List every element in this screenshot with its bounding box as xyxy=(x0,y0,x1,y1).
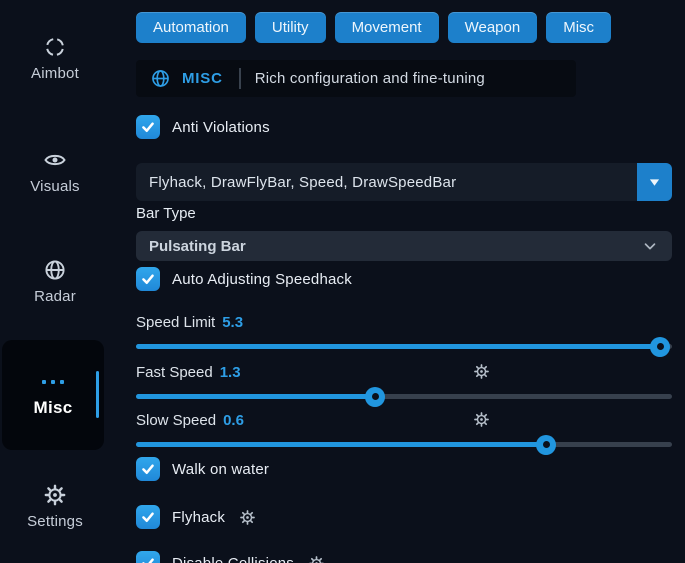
select-value: Pulsating Bar xyxy=(136,238,246,255)
auto-adjusting-speedhack-checkbox[interactable] xyxy=(136,267,160,291)
flyhack-row: Flyhack xyxy=(136,505,256,529)
sidebar: Aimbot Visuals Radar Misc Settings xyxy=(0,0,110,563)
check-icon xyxy=(138,507,158,527)
disable-collisions-gear-icon[interactable] xyxy=(308,555,325,563)
checkbox-label: Auto Adjusting Speedhack xyxy=(172,271,352,288)
sidebar-item-settings[interactable]: Settings xyxy=(0,483,110,530)
slider-fill xyxy=(136,394,375,399)
check-icon xyxy=(138,117,158,137)
slider-value: 5.3 xyxy=(222,314,243,331)
sidebar-item-visuals[interactable]: Visuals xyxy=(0,148,110,195)
globe-icon xyxy=(150,68,171,89)
slider-thumb[interactable] xyxy=(536,435,556,455)
bar-type-select[interactable]: Pulsating Bar xyxy=(136,231,672,261)
walk-on-water-checkbox[interactable] xyxy=(136,457,160,481)
slider-label-row: Fast Speed 1.3 xyxy=(136,362,672,382)
category-tabs: Automation Utility Movement Weapon Misc xyxy=(136,12,611,43)
slider-thumb[interactable] xyxy=(650,337,670,357)
tab-misc[interactable]: Misc xyxy=(546,12,611,43)
cheat-menu-window: Aimbot Visuals Radar Misc Settings Autom… xyxy=(0,0,685,563)
fast-speed-slider-group: Fast Speed 1.3 xyxy=(136,362,672,399)
flyhack-gear-icon[interactable] xyxy=(239,509,256,526)
sidebar-item-misc-active[interactable]: Misc xyxy=(2,340,104,450)
flyhack-checkbox[interactable] xyxy=(136,505,160,529)
section-title: MISC xyxy=(182,70,223,87)
slider-fill xyxy=(136,344,660,349)
multiselect-value: Flyhack, DrawFlyBar, Speed, DrawSpeedBar xyxy=(136,174,456,191)
checkbox-label: Flyhack xyxy=(172,509,225,526)
sidebar-item-label: Visuals xyxy=(0,178,110,195)
globe-icon xyxy=(43,258,67,282)
auto-adjusting-speedhack-row: Auto Adjusting Speedhack xyxy=(136,267,352,291)
thumb-dot xyxy=(543,441,550,448)
tab-weapon[interactable]: Weapon xyxy=(448,12,538,43)
slider-label: Fast Speed xyxy=(136,364,213,381)
speed-limit-slider-group: Speed Limit 5.3 xyxy=(136,312,672,349)
checkbox-label: Disable Collisions xyxy=(172,555,294,563)
slider-label: Speed Limit xyxy=(136,314,215,331)
fast-speed-gear-icon[interactable] xyxy=(473,363,490,380)
check-icon xyxy=(138,553,158,563)
disable-collisions-checkbox[interactable] xyxy=(136,551,160,563)
slow-speed-slider-group: Slow Speed 0.6 xyxy=(136,410,672,447)
slider-label: Slow Speed xyxy=(136,412,216,429)
checkbox-label: Walk on water xyxy=(172,461,269,478)
sidebar-item-radar[interactable]: Radar xyxy=(0,258,110,305)
slider-fill xyxy=(136,442,546,447)
sidebar-item-label: Misc xyxy=(2,398,104,418)
slider-value: 0.6 xyxy=(223,412,244,429)
check-icon xyxy=(138,269,158,289)
gear-icon xyxy=(43,483,67,507)
crosshair-icon xyxy=(43,35,67,59)
sidebar-item-label: Radar xyxy=(0,288,110,305)
fast-speed-slider[interactable] xyxy=(136,394,672,399)
section-header: MISC Rich configuration and fine-tuning xyxy=(136,60,576,97)
thumb-dot xyxy=(372,393,379,400)
eye-icon xyxy=(43,148,67,172)
slider-label-row: Speed Limit 5.3 xyxy=(136,312,672,332)
slider-value: 1.3 xyxy=(220,364,241,381)
tab-movement[interactable]: Movement xyxy=(335,12,439,43)
slider-thumb[interactable] xyxy=(365,387,385,407)
tab-automation[interactable]: Automation xyxy=(136,12,246,43)
section-subtitle: Rich configuration and fine-tuning xyxy=(255,70,485,87)
bar-flags-multiselect[interactable]: Flyhack, DrawFlyBar, Speed, DrawSpeedBar xyxy=(136,163,672,201)
thumb-dot xyxy=(657,343,664,350)
anti-violations-checkbox[interactable] xyxy=(136,115,160,139)
sidebar-item-label: Aimbot xyxy=(0,65,110,82)
tab-utility[interactable]: Utility xyxy=(255,12,326,43)
triangle-down-icon xyxy=(646,174,663,191)
sidebar-item-label: Settings xyxy=(0,513,110,530)
bar-type-label: Bar Type xyxy=(136,205,196,222)
slow-speed-slider[interactable] xyxy=(136,442,672,447)
anti-violations-row: Anti Violations xyxy=(136,115,270,139)
chevron-down-icon xyxy=(641,237,659,255)
multiselect-dropdown-button[interactable] xyxy=(637,163,672,201)
check-icon xyxy=(138,459,158,479)
disable-collisions-row: Disable Collisions xyxy=(136,551,325,563)
slow-speed-gear-icon[interactable] xyxy=(473,411,490,428)
active-indicator-bar xyxy=(96,371,99,418)
walk-on-water-row: Walk on water xyxy=(136,457,269,481)
ellipsis-icon xyxy=(2,380,104,384)
speed-limit-slider[interactable] xyxy=(136,344,672,349)
slider-label-row: Slow Speed 0.6 xyxy=(136,410,672,430)
sidebar-item-aimbot[interactable]: Aimbot xyxy=(0,35,110,82)
divider xyxy=(239,68,241,89)
checkbox-label: Anti Violations xyxy=(172,119,270,136)
